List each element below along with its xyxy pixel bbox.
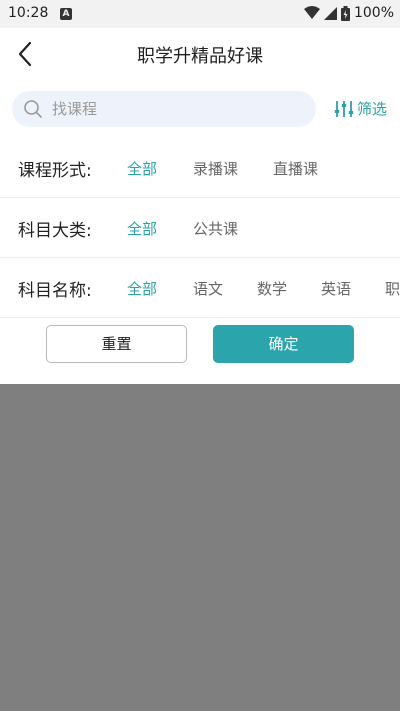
search-input[interactable]: [52, 91, 302, 127]
page-title: 职学升精品好课: [137, 46, 263, 67]
option-all[interactable]: 全部: [127, 158, 157, 179]
confirm-button[interactable]: 确定: [213, 325, 354, 363]
status-indicators: 100%: [303, 5, 394, 21]
filter-label: 筛选: [357, 100, 388, 118]
option-vocational-truncated[interactable]: 职: [385, 278, 400, 299]
filter-sliders-icon: [334, 100, 354, 117]
notification-icon: A: [60, 8, 72, 20]
search-bar[interactable]: [12, 91, 316, 127]
row-label: 科目名称:: [18, 281, 92, 301]
filter-row-course-form: 课程形式: 全部 录播课 直播课: [0, 138, 400, 198]
option-public-course[interactable]: 公共课: [193, 218, 238, 239]
search-icon: [24, 100, 42, 118]
reset-button[interactable]: 重置: [46, 325, 187, 363]
option-chinese[interactable]: 语文: [193, 278, 223, 299]
status-bar: 10:28 A 100%: [0, 0, 400, 28]
option-live[interactable]: 直播课: [273, 158, 318, 179]
filter-panel: 职学升精品好课 筛选 课程形式: 全部 录播课 直播课 科目大类: 全部 公共课…: [0, 28, 400, 384]
battery-percent: 100%: [353, 5, 394, 21]
filter-button[interactable]: 筛选: [334, 98, 387, 119]
row-label: 课程形式:: [18, 161, 92, 181]
row-label: 科目大类:: [18, 221, 92, 241]
battery-icon: [340, 5, 350, 21]
filter-row-subject-name: 科目名称: 全部 语文 数学 英语 职: [0, 258, 400, 318]
filter-row-subject-category: 科目大类: 全部 公共课: [0, 198, 400, 258]
option-recorded[interactable]: 录播课: [193, 158, 238, 179]
status-time: 10:28: [8, 5, 49, 21]
dim-overlay[interactable]: [0, 384, 400, 711]
option-english[interactable]: 英语: [321, 278, 351, 299]
option-math[interactable]: 数学: [257, 278, 287, 299]
title-bar: 职学升精品好课: [0, 28, 400, 80]
option-all[interactable]: 全部: [127, 218, 157, 239]
cellular-signal-icon: [323, 6, 337, 20]
wifi-icon: [303, 6, 320, 19]
option-all[interactable]: 全部: [127, 278, 157, 299]
